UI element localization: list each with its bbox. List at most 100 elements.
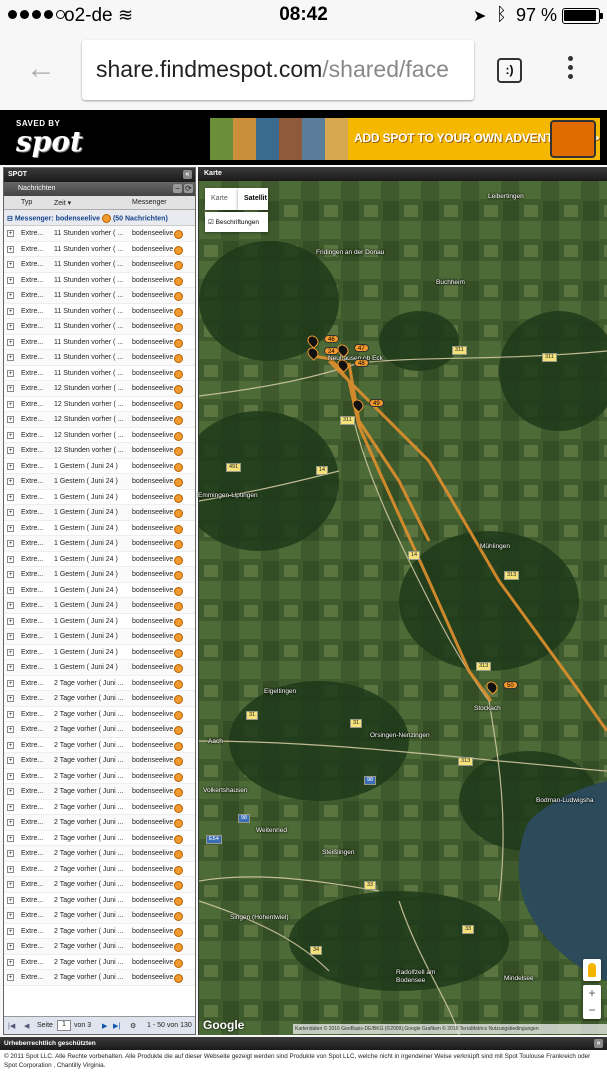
prev-page-icon[interactable]: ◀ <box>24 1022 29 1030</box>
table-row[interactable]: + Extre... 2 Tage vorher ( Juni ... bodense… <box>4 924 195 939</box>
map-type-karte[interactable]: Karte <box>205 188 238 210</box>
labels-toggle[interactable]: ☑ Beschriftungen <box>205 212 268 232</box>
expand-row-icon[interactable]: + <box>7 664 14 671</box>
expand-row-icon[interactable]: + <box>7 478 14 485</box>
table-row[interactable]: + Extre... 1 Gestern ( Juni 24 ) bodenseeli… <box>4 459 195 474</box>
zoom-in-button[interactable]: + <box>583 985 601 1002</box>
table-row[interactable]: + Extre... 12 Stunden vorher ( ... bodensee… <box>4 443 195 459</box>
table-row[interactable]: + Extre... 12 Stunden vorher ( ... bodensee… <box>4 381 195 397</box>
table-row[interactable]: + Extre... 1 Gestern ( Juni 24 ) bodenseeli… <box>4 583 195 598</box>
expand-row-icon[interactable]: + <box>7 757 14 764</box>
expand-row-icon[interactable]: + <box>7 974 14 981</box>
table-row[interactable]: + Extre... 2 Tage vorher ( Juni ... bodense… <box>4 707 195 722</box>
table-row[interactable]: + Extre... 12 Stunden vorher ( ... bodensee… <box>4 397 195 412</box>
table-row[interactable]: + Extre... 11 Stunden vorher ( ... bodensee… <box>4 257 195 273</box>
table-row[interactable]: + Extre... 11 Stunden vorher ( ... bodensee… <box>4 304 195 319</box>
table-row[interactable]: + Extre... 1 Gestern ( Juni 24 ) bodenseeli… <box>4 614 195 629</box>
expand-row-icon[interactable]: + <box>7 772 14 780</box>
expand-row-icon[interactable]: + <box>7 540 14 547</box>
expand-row-icon[interactable]: + <box>7 819 14 826</box>
expand-row-icon[interactable]: + <box>7 710 14 718</box>
expand-row-icon[interactable]: + <box>7 385 14 392</box>
expand-row-icon[interactable]: + <box>7 896 14 904</box>
expand-row-icon[interactable]: + <box>7 292 14 299</box>
back-arrow-icon[interactable]: ← <box>26 52 56 86</box>
table-row[interactable]: + Extre... 2 Tage vorher ( Juni ... bodense… <box>4 955 195 970</box>
expand-row-icon[interactable]: + <box>7 524 14 532</box>
table-row[interactable]: + Extre... 2 Tage vorher ( Juni ... bodense… <box>4 769 195 784</box>
page-input[interactable]: 1 <box>57 1020 71 1031</box>
url-bar[interactable]: share.findmespot.com/shared/face <box>82 40 474 100</box>
ad-banner[interactable]: ADD SPOT TO YOUR OWN ADVENTURES>> <box>210 118 600 160</box>
column-zeit[interactable]: Zeit ▾ <box>54 199 71 207</box>
table-row[interactable]: + Extre... 2 Tage vorher ( Juni ... bodense… <box>4 862 195 877</box>
first-page-icon[interactable]: |◀ <box>8 1022 15 1030</box>
table-row[interactable]: + Extre... 1 Gestern ( Juni 24 ) bodenseeli… <box>4 567 195 583</box>
expand-row-icon[interactable]: + <box>7 354 14 361</box>
expand-row-icon[interactable]: + <box>7 261 14 268</box>
expand-row-icon[interactable]: + <box>7 338 14 346</box>
reader-mode-icon[interactable]: :) <box>497 58 522 83</box>
map-type-satellit[interactable]: Satellit <box>238 188 268 210</box>
map-marker-label[interactable]: 48 <box>354 359 369 367</box>
expand-row-icon[interactable]: + <box>7 493 14 501</box>
table-row[interactable]: + Extre... 1 Gestern ( Juni 24 ) bodenseeli… <box>4 505 195 521</box>
expand-row-icon[interactable]: + <box>7 850 14 857</box>
map-attribution[interactable]: Kartendaten © 2016 GeoBasis-DE/BKG (©200… <box>293 1024 607 1034</box>
map-marker-label[interactable]: 47 <box>354 344 369 352</box>
expand-row-icon[interactable]: + <box>7 617 14 625</box>
table-row[interactable]: + Extre... 11 Stunden vorher ( ... bodensee… <box>4 366 195 381</box>
table-row[interactable]: + Extre... 12 Stunden vorher ( ... bodensee… <box>4 412 195 428</box>
table-row[interactable]: + Extre... 1 Gestern ( Juni 24 ) bodenseeli… <box>4 645 195 660</box>
table-row[interactable]: + Extre... 2 Tage vorher ( Juni ... bodense… <box>4 893 195 908</box>
table-row[interactable]: + Extre... 2 Tage vorher ( Juni ... bodense… <box>4 846 195 862</box>
expand-row-icon[interactable]: + <box>7 586 14 594</box>
table-row[interactable]: + Extre... 1 Gestern ( Juni 24 ) bodenseeli… <box>4 660 195 676</box>
expand-row-icon[interactable]: + <box>7 943 14 950</box>
expand-row-icon[interactable]: + <box>7 307 14 315</box>
table-row[interactable]: + Extre... 11 Stunden vorher ( ... bodensee… <box>4 288 195 304</box>
table-row[interactable]: + Extre... 1 Gestern ( Juni 24 ) bodenseeli… <box>4 474 195 490</box>
collapse-panel-icon[interactable]: « <box>183 170 192 179</box>
table-row[interactable]: + Extre... 11 Stunden vorher ( ... bodensee… <box>4 226 195 242</box>
table-row[interactable]: + Extre... 2 Tage vorher ( Juni ... bodense… <box>4 676 195 691</box>
spot-logo[interactable]: spot <box>16 125 83 158</box>
table-row[interactable]: + Extre... 2 Tage vorher ( Juni ... bodense… <box>4 722 195 738</box>
expand-row-icon[interactable]: + <box>7 416 14 423</box>
table-row[interactable]: + Extre... 11 Stunden vorher ( ... bodensee… <box>4 273 195 288</box>
expand-row-icon[interactable]: + <box>7 648 14 656</box>
expand-row-icon[interactable]: + <box>7 927 14 935</box>
column-messenger[interactable]: Messenger <box>132 199 167 206</box>
overflow-menu-icon[interactable] <box>568 56 573 79</box>
expand-row-icon[interactable]: + <box>7 679 14 687</box>
expand-row-icon[interactable]: + <box>7 834 14 842</box>
labels-checkbox-icon[interactable]: ☑ <box>208 219 214 226</box>
table-row[interactable]: + Extre... 1 Gestern ( Juni 24 ) bodenseeli… <box>4 536 195 552</box>
expand-row-icon[interactable]: + <box>7 633 14 640</box>
table-row[interactable]: + Extre... 1 Gestern ( Juni 24 ) bodenseeli… <box>4 598 195 614</box>
map-marker-label[interactable]: 50 <box>503 681 518 689</box>
messenger-group-row[interactable]: ⊟ Messenger: bodenseelive (50 Nachrichte… <box>4 210 195 226</box>
satellite-map[interactable] <box>199 181 607 1035</box>
expand-row-icon[interactable]: + <box>7 276 14 284</box>
table-row[interactable]: + Extre... 11 Stunden vorher ( ... bodensee… <box>4 242 195 257</box>
map-marker-label[interactable]: 49 <box>369 399 384 407</box>
expand-row-icon[interactable]: + <box>7 323 14 330</box>
expand-row-icon[interactable]: + <box>7 912 14 919</box>
expand-row-icon[interactable]: + <box>7 741 14 749</box>
table-row[interactable]: + Extre... 2 Tage vorher ( Juni ... bodense… <box>4 877 195 893</box>
expand-row-icon[interactable]: + <box>7 555 14 563</box>
expand-row-icon[interactable]: + <box>7 400 14 408</box>
expand-row-icon[interactable]: + <box>7 958 14 966</box>
refresh-page-icon[interactable]: ⚙ <box>130 1022 136 1030</box>
last-page-icon[interactable]: ▶| <box>113 1022 120 1030</box>
table-row[interactable]: + Extre... 2 Tage vorher ( Juni ... bodense… <box>4 908 195 924</box>
table-row[interactable]: + Extre... 1 Gestern ( Juni 24 ) bodenseeli… <box>4 490 195 505</box>
group-collapse-icon[interactable]: ⊟ <box>7 215 13 222</box>
table-row[interactable]: + Extre... 2 Tage vorher ( Juni ... bodense… <box>4 831 195 846</box>
refresh-icon[interactable]: ⟳ <box>184 184 193 193</box>
table-row[interactable]: + Extre... 1 Gestern ( Juni 24 ) bodenseeli… <box>4 521 195 536</box>
expand-row-icon[interactable]: + <box>7 695 14 702</box>
expand-row-icon[interactable]: + <box>7 726 14 733</box>
expand-row-icon[interactable]: + <box>7 803 14 811</box>
